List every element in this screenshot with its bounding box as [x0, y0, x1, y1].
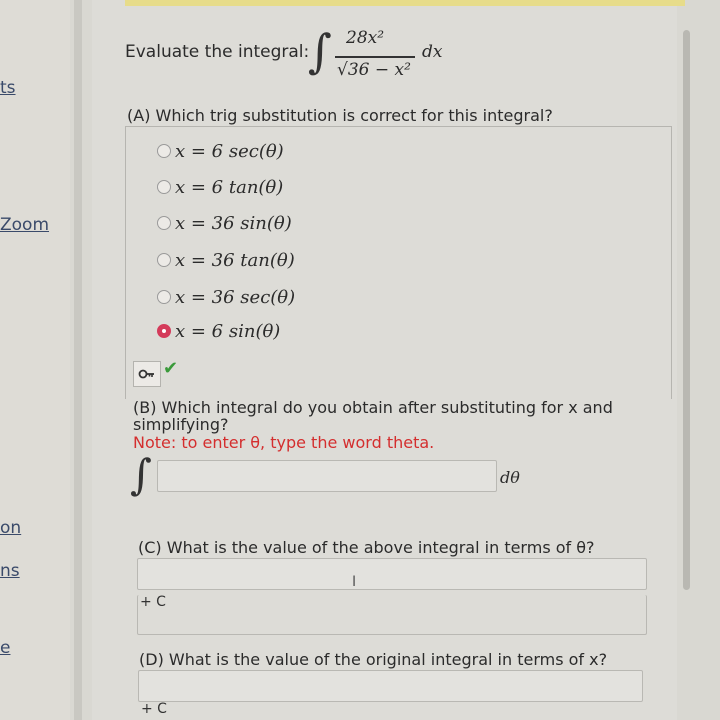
part-a-question: (A) Which trig substitution is correct f… [127, 106, 553, 125]
integrand-denominator: √36 − x² [337, 60, 411, 80]
integrand-numerator: 28x² [346, 28, 385, 48]
part-c-question: (C) What is the value of the above integ… [138, 538, 595, 557]
radio-button[interactable] [157, 144, 171, 158]
part-c-answer-input[interactable] [137, 558, 647, 590]
part-b-differential: dθ [500, 468, 520, 487]
radio-button[interactable] [157, 290, 171, 304]
choice-option-2[interactable]: x = 6 tan(θ) [157, 174, 283, 200]
choice-label: x = 36 sin(θ) [175, 212, 292, 234]
theta-note: Note: to enter θ, type the word theta. [133, 433, 435, 452]
integral-sign-icon: ∫ [130, 450, 152, 499]
choice-option-3[interactable]: x = 36 sin(θ) [157, 210, 292, 236]
part-b-question-line2: simplifying? [133, 415, 229, 434]
panel-divider [74, 0, 82, 720]
choice-option-4[interactable]: x = 36 tan(θ) [157, 247, 295, 273]
integral-sign-icon: ∫ [308, 24, 332, 78]
part-d-question: (D) What is the value of the original in… [139, 650, 608, 669]
radio-button[interactable] [157, 253, 171, 267]
top-highlight-bar [125, 0, 685, 6]
part-d-answer-input[interactable] [138, 670, 643, 702]
scrollbar[interactable] [683, 30, 690, 590]
radio-button-selected[interactable] [157, 324, 171, 338]
sidebar-link-5[interactable]: e [0, 638, 10, 658]
answer-key-button[interactable] [133, 361, 161, 387]
radio-button[interactable] [157, 216, 171, 230]
part-d-constant: + C [141, 701, 167, 717]
integrand-differential: dx [422, 42, 443, 62]
key-icon [138, 369, 154, 379]
problem-prompt: Evaluate the integral: [125, 42, 310, 62]
choice-label: x = 36 sec(θ) [175, 286, 296, 308]
sidebar-link-zoom[interactable]: Zoom [0, 215, 49, 235]
part-b-answer-input[interactable] [157, 460, 497, 492]
choice-label: x = 6 sec(θ) [175, 140, 284, 162]
choice-option-1[interactable]: x = 6 sec(θ) [157, 138, 284, 164]
choice-label: x = 36 tan(θ) [175, 249, 295, 271]
left-sidebar [0, 0, 70, 720]
choice-option-5[interactable]: x = 36 sec(θ) [157, 284, 295, 310]
radio-button[interactable] [157, 180, 171, 194]
part-c-box-frame [137, 595, 647, 635]
sidebar-link-3[interactable]: on [0, 518, 21, 538]
choice-label: x = 6 sin(θ) [175, 320, 281, 342]
check-icon: ✔ [163, 358, 179, 379]
sidebar-link-4[interactable]: ns [0, 561, 20, 581]
sidebar-link-1[interactable]: ts [0, 78, 16, 98]
choice-option-6[interactable]: x = 6 sin(θ) [157, 318, 280, 344]
text-cursor-icon: I [352, 574, 357, 590]
choice-label: x = 6 tan(θ) [175, 176, 284, 198]
fraction-bar [335, 56, 415, 58]
